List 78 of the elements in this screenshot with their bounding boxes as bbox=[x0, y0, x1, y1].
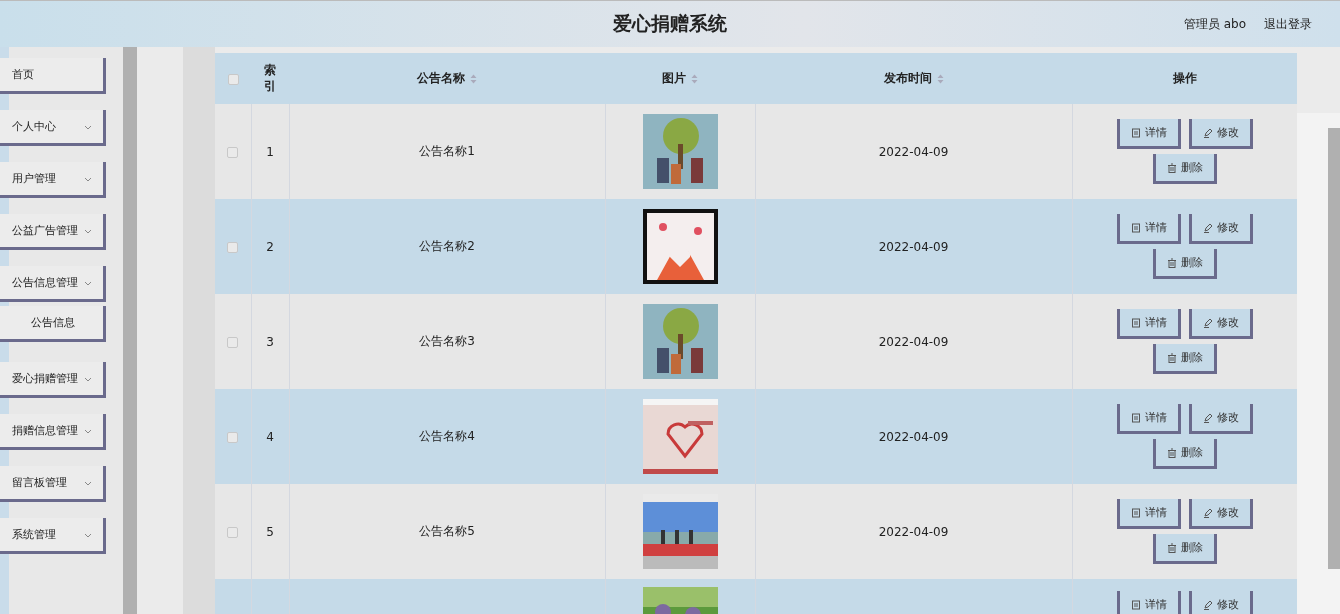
document-icon bbox=[1130, 317, 1141, 328]
table-cell: 公告名称1 bbox=[289, 104, 605, 199]
table-cell: 2022-04-09 bbox=[755, 104, 1072, 199]
trash-icon bbox=[1166, 542, 1177, 553]
sidebar-submenu-item[interactable]: 公告信息 bbox=[0, 306, 106, 342]
table-cell: 公告名称2 bbox=[289, 199, 605, 294]
table-cell: 公告名称5 bbox=[289, 484, 605, 579]
table-cell: 2022-04-09 bbox=[755, 294, 1072, 389]
row-checkbox[interactable] bbox=[227, 526, 239, 538]
edit-button[interactable]: 修改 bbox=[1188, 591, 1253, 614]
sort-icon[interactable] bbox=[470, 73, 477, 84]
select-all-checkbox[interactable] bbox=[227, 73, 239, 85]
edit-button[interactable]: 修改 bbox=[1188, 499, 1253, 529]
document-icon bbox=[1130, 127, 1141, 138]
row-checkbox[interactable] bbox=[227, 146, 239, 158]
row-checkbox[interactable] bbox=[227, 336, 239, 348]
sidebar-menu-item[interactable]: 系统管理 bbox=[0, 518, 106, 554]
table-cell: 2022-04-09 bbox=[755, 389, 1072, 484]
logout-link[interactable]: 退出登录 bbox=[1264, 16, 1312, 33]
pencil-icon bbox=[1202, 507, 1213, 518]
row-checkbox[interactable] bbox=[227, 241, 239, 253]
delete-button[interactable]: 删除 bbox=[1152, 249, 1217, 279]
edit-button[interactable]: 修改 bbox=[1188, 214, 1253, 244]
trash-icon bbox=[1166, 162, 1177, 173]
table-cell: 1 bbox=[251, 104, 289, 199]
pencil-icon bbox=[1202, 127, 1213, 138]
table-cell: 4 bbox=[251, 389, 289, 484]
document-icon bbox=[1130, 599, 1141, 610]
sidebar-menu-item[interactable]: 用户管理 bbox=[0, 162, 106, 198]
column-header: 操作 bbox=[1072, 53, 1297, 104]
user-name: 管理员 abo bbox=[1183, 16, 1246, 33]
sort-icon[interactable] bbox=[936, 73, 944, 84]
pencil-icon bbox=[1202, 317, 1213, 328]
pencil-icon bbox=[1202, 222, 1213, 233]
sidebar-menu-item[interactable]: 首页 bbox=[0, 58, 106, 94]
table-cell: 2 bbox=[251, 199, 289, 294]
document-icon bbox=[1130, 222, 1141, 233]
table-cell: 2022-04-09 bbox=[755, 484, 1072, 579]
delete-button[interactable]: 删除 bbox=[1152, 344, 1217, 374]
table-cell: 2022-04-09 bbox=[755, 199, 1072, 294]
details-button[interactable]: 详情 bbox=[1116, 499, 1181, 529]
trash-icon bbox=[1166, 447, 1177, 458]
sidebar-menu-item[interactable]: 爱心捐赠管理 bbox=[0, 362, 106, 398]
edit-button[interactable]: 修改 bbox=[1188, 309, 1253, 339]
column-header[interactable]: 发布时间 bbox=[755, 53, 1072, 104]
sort-icon[interactable] bbox=[691, 73, 698, 84]
table-cell: 公告名称4 bbox=[289, 389, 605, 484]
edit-button[interactable]: 修改 bbox=[1188, 404, 1253, 434]
table-cell: 公告名称3 bbox=[289, 294, 605, 389]
document-icon bbox=[1130, 507, 1141, 518]
edit-button[interactable]: 修改 bbox=[1188, 119, 1253, 149]
app-title: 爱心捐赠系统 bbox=[613, 11, 727, 36]
column-header: 索引 bbox=[251, 53, 289, 104]
trash-icon bbox=[1166, 257, 1177, 268]
delete-button[interactable]: 删除 bbox=[1152, 534, 1217, 564]
sidebar-menu-item[interactable]: 捐赠信息管理 bbox=[0, 414, 106, 450]
trash-icon bbox=[1166, 352, 1177, 363]
delete-button[interactable]: 删除 bbox=[1152, 439, 1217, 469]
table-cell: 3 bbox=[251, 294, 289, 389]
scrollbar[interactable] bbox=[1328, 128, 1340, 569]
sidebar-menu-item[interactable]: 个人中心 bbox=[0, 110, 106, 146]
column-header[interactable]: 图片 bbox=[605, 53, 755, 104]
sidebar-menu-item[interactable]: 留言板管理 bbox=[0, 466, 106, 502]
details-button[interactable]: 详情 bbox=[1116, 214, 1181, 244]
details-button[interactable]: 详情 bbox=[1116, 591, 1181, 614]
column-header[interactable]: 公告名称 bbox=[289, 53, 605, 104]
sidebar-menu-item[interactable]: 公益广告管理 bbox=[0, 214, 106, 250]
pencil-icon bbox=[1202, 599, 1213, 610]
details-button[interactable]: 详情 bbox=[1116, 309, 1181, 339]
row-checkbox[interactable] bbox=[227, 431, 239, 443]
table-cell: 5 bbox=[251, 484, 289, 579]
pencil-icon bbox=[1202, 412, 1213, 423]
scrollbar[interactable] bbox=[123, 47, 137, 614]
sidebar-menu-item[interactable]: 公告信息管理 bbox=[0, 266, 106, 302]
document-icon bbox=[1130, 412, 1141, 423]
details-button[interactable]: 详情 bbox=[1116, 119, 1181, 149]
details-button[interactable]: 详情 bbox=[1116, 404, 1181, 434]
delete-button[interactable]: 删除 bbox=[1152, 154, 1217, 184]
